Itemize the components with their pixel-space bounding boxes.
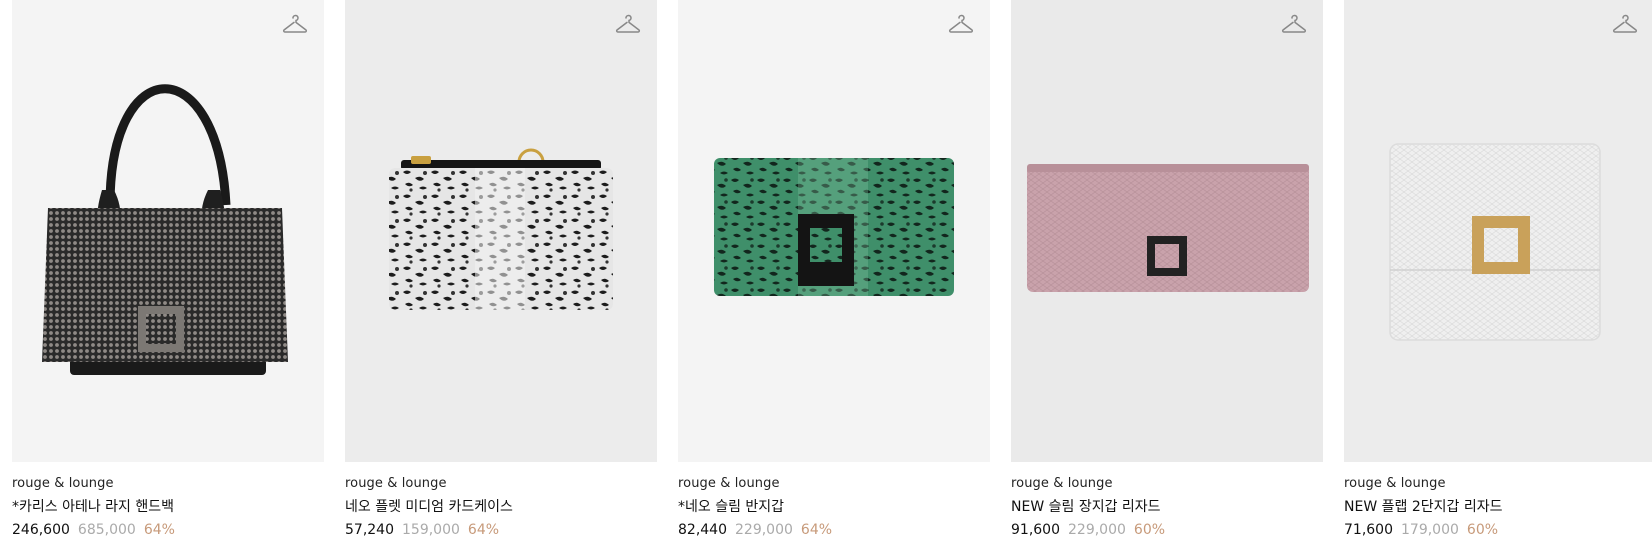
pink-lizard-wallet-image	[1027, 164, 1309, 292]
sale-price: 82,440	[678, 522, 727, 538]
product-info: rouge & lounge NEW 플랩 2단지갑 리자드 71,600 179…	[1344, 462, 1652, 540]
sale-price: 246,600	[12, 522, 70, 538]
hanger-icon[interactable]	[1612, 12, 1638, 38]
hanger-icon[interactable]	[948, 12, 974, 38]
white-lizard-wallet-image	[1389, 143, 1601, 341]
product-name[interactable]: 네오 플렛 미디엄 카드케이스	[345, 497, 657, 517]
product-prices: 71,600 179,000 60%	[1344, 520, 1652, 540]
original-price: 229,000	[735, 522, 793, 538]
product-thumbnail[interactable]	[1344, 0, 1652, 462]
product-name[interactable]: NEW 플랩 2단지갑 리자드	[1344, 497, 1652, 517]
product-info: rouge & lounge NEW 슬림 장지갑 리자드 91,600 229,…	[1011, 462, 1323, 540]
black-handbag-image	[42, 84, 288, 375]
product-card[interactable]: rouge & lounge NEW 슬림 장지갑 리자드 91,600 229,…	[1011, 0, 1323, 541]
product-card[interactable]: rouge & lounge *카리스 아테나 라지 핸드백 246,600 68…	[12, 0, 324, 541]
product-name[interactable]: *네오 슬림 반지갑	[678, 497, 990, 517]
product-thumbnail[interactable]	[345, 0, 657, 462]
product-name[interactable]: NEW 슬림 장지갑 리자드	[1011, 497, 1323, 517]
product-card[interactable]: rouge & lounge 네오 플렛 미디엄 카드케이스 57,240 159…	[345, 0, 657, 541]
product-grid: rouge & lounge *카리스 아테나 라지 핸드백 246,600 68…	[12, 0, 1652, 541]
product-thumbnail[interactable]	[1011, 0, 1323, 462]
original-price: 685,000	[77, 522, 136, 538]
product-info: rouge & lounge *카리스 아테나 라지 핸드백 246,600 68…	[12, 462, 324, 540]
hanger-icon[interactable]	[282, 12, 308, 38]
product-card[interactable]: rouge & lounge NEW 플랩 2단지갑 리자드 71,600 179…	[1344, 0, 1652, 541]
hanger-icon[interactable]	[615, 12, 641, 38]
product-brand[interactable]: rouge & lounge	[12, 475, 324, 493]
sale-price: 71,600	[1344, 522, 1393, 538]
discount-rate: 64%	[143, 522, 175, 538]
product-brand[interactable]: rouge & lounge	[345, 475, 657, 493]
product-card[interactable]: rouge & lounge *네오 슬림 반지갑 82,440 229,000 6…	[678, 0, 990, 541]
discount-rate: 64%	[800, 522, 833, 538]
product-brand[interactable]: rouge & lounge	[1344, 475, 1652, 493]
sale-price: 57,240	[345, 522, 394, 538]
original-price: 229,000	[1068, 522, 1126, 538]
product-thumbnail[interactable]	[678, 0, 990, 462]
product-thumbnail[interactable]	[12, 0, 324, 462]
sale-price: 91,600	[1011, 522, 1060, 538]
discount-rate: 64%	[467, 522, 500, 538]
original-price: 179,000	[1401, 522, 1459, 538]
discount-rate: 60%	[1466, 522, 1499, 538]
product-brand[interactable]: rouge & lounge	[1011, 475, 1323, 493]
python-card-case-image	[389, 148, 613, 310]
hanger-icon[interactable]	[1281, 12, 1307, 38]
product-info: rouge & lounge 네오 플렛 미디엄 카드케이스 57,240 159…	[345, 462, 657, 540]
product-prices: 57,240 159,000 64%	[345, 520, 657, 540]
product-info: rouge & lounge *네오 슬림 반지갑 82,440 229,000 6…	[678, 462, 990, 540]
discount-rate: 60%	[1133, 522, 1166, 538]
green-python-wallet-image	[714, 158, 954, 296]
product-name[interactable]: *카리스 아테나 라지 핸드백	[12, 497, 324, 517]
product-brand[interactable]: rouge & lounge	[678, 475, 990, 493]
product-prices: 82,440 229,000 64%	[678, 520, 990, 540]
original-price: 159,000	[402, 522, 460, 538]
product-prices: 246,600 685,000 64%	[12, 520, 324, 540]
product-prices: 91,600 229,000 60%	[1011, 520, 1323, 540]
